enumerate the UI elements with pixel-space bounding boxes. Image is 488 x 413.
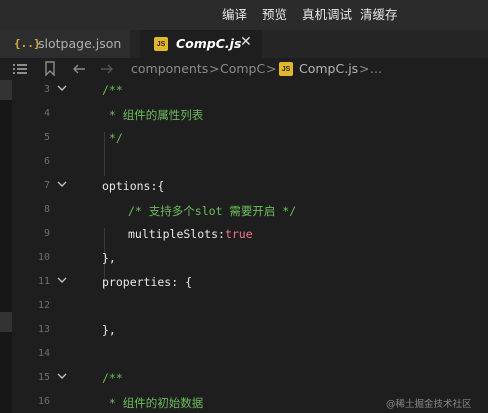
editor-left-gutter — [0, 80, 12, 413]
top-menu-bar: 编译 预览 真机调试 清缓存 — [0, 0, 488, 30]
code-line: properties: { — [102, 275, 193, 289]
line-number: 13 — [37, 324, 50, 335]
fold-chevron-icon[interactable] — [56, 83, 68, 93]
code-line: /* 支持多个slot 需要开启 */ — [128, 204, 297, 218]
line-number: 11 — [37, 276, 50, 287]
tab-label: CompC.js — [176, 36, 242, 51]
line-number: 8 — [43, 204, 50, 215]
tab-slotpage-json[interactable]: {..} slotpage.json — [0, 30, 130, 58]
breadcrumb-compc-folder[interactable]: CompC — [220, 61, 265, 76]
line-number: 14 — [37, 348, 50, 359]
line-number: 7 — [43, 180, 50, 191]
code-line: multipleSlots:true — [128, 227, 253, 241]
line-number: 10 — [37, 252, 50, 263]
line-number: 3 — [43, 84, 50, 95]
line-number: 9 — [43, 228, 50, 239]
breadcrumb-ellipsis[interactable]: ... — [370, 61, 382, 76]
breadcrumb-separator: > — [359, 61, 370, 76]
bookmark-icon[interactable] — [44, 61, 56, 76]
code-line: * 组件的初始数据 — [102, 396, 204, 410]
code-line: }, — [102, 323, 116, 337]
breadcrumb: components > CompC > JS CompC.js > ... — [0, 58, 488, 80]
code-line: */ — [102, 131, 123, 145]
breadcrumb-components[interactable]: components — [131, 61, 208, 76]
code-line: /** — [102, 83, 123, 97]
line-number: 15 — [37, 372, 50, 383]
breadcrumb-compc-file[interactable]: CompC.js — [299, 61, 358, 76]
code-boolean-value: true — [224, 227, 253, 241]
line-number: 6 — [43, 156, 50, 167]
line-number: 16 — [37, 396, 50, 407]
code-editor[interactable]: 3 4 5 6 7 8 9 10 11 12 13 14 15 16 /** *… — [0, 80, 488, 413]
code-key: multipleSlots: — [128, 227, 225, 241]
menu-device-debug[interactable]: 真机调试 — [302, 0, 352, 30]
js-file-icon: JS — [279, 62, 293, 76]
gutter-marker — [0, 312, 12, 332]
json-file-icon: {..} — [14, 37, 41, 50]
breadcrumb-separator: > — [266, 61, 277, 76]
forward-arrow-icon[interactable] — [100, 62, 114, 76]
js-file-icon: JS — [154, 37, 168, 51]
menu-preview[interactable]: 预览 — [262, 0, 287, 30]
line-number: 4 — [43, 108, 50, 119]
line-number: 5 — [43, 132, 50, 143]
list-icon[interactable] — [12, 62, 28, 76]
gutter-marker — [0, 80, 12, 100]
breadcrumb-separator: > — [209, 61, 220, 76]
code-line: * 组件的属性列表 — [102, 108, 204, 122]
watermark: @稀土掘金技术社区 — [386, 399, 472, 410]
line-number: 12 — [37, 300, 50, 311]
tab-compc-js[interactable]: JS CompC.js ✕ — [140, 30, 262, 58]
tab-label: slotpage.json — [38, 36, 122, 51]
tab-bar: {..} slotpage.json JS CompC.js ✕ — [0, 30, 488, 59]
menu-clear-cache[interactable]: 清缓存 — [360, 0, 398, 30]
fold-chevron-icon[interactable] — [56, 179, 68, 189]
code-line: }, — [102, 251, 116, 265]
back-arrow-icon[interactable] — [72, 62, 86, 76]
fold-chevron-icon[interactable] — [56, 371, 68, 381]
close-tab-icon[interactable]: ✕ — [240, 34, 252, 50]
fold-chevron-icon[interactable] — [56, 275, 68, 285]
code-line: /** — [102, 371, 123, 385]
menu-compile[interactable]: 编译 — [222, 0, 247, 30]
code-line: options:{ — [102, 179, 165, 193]
